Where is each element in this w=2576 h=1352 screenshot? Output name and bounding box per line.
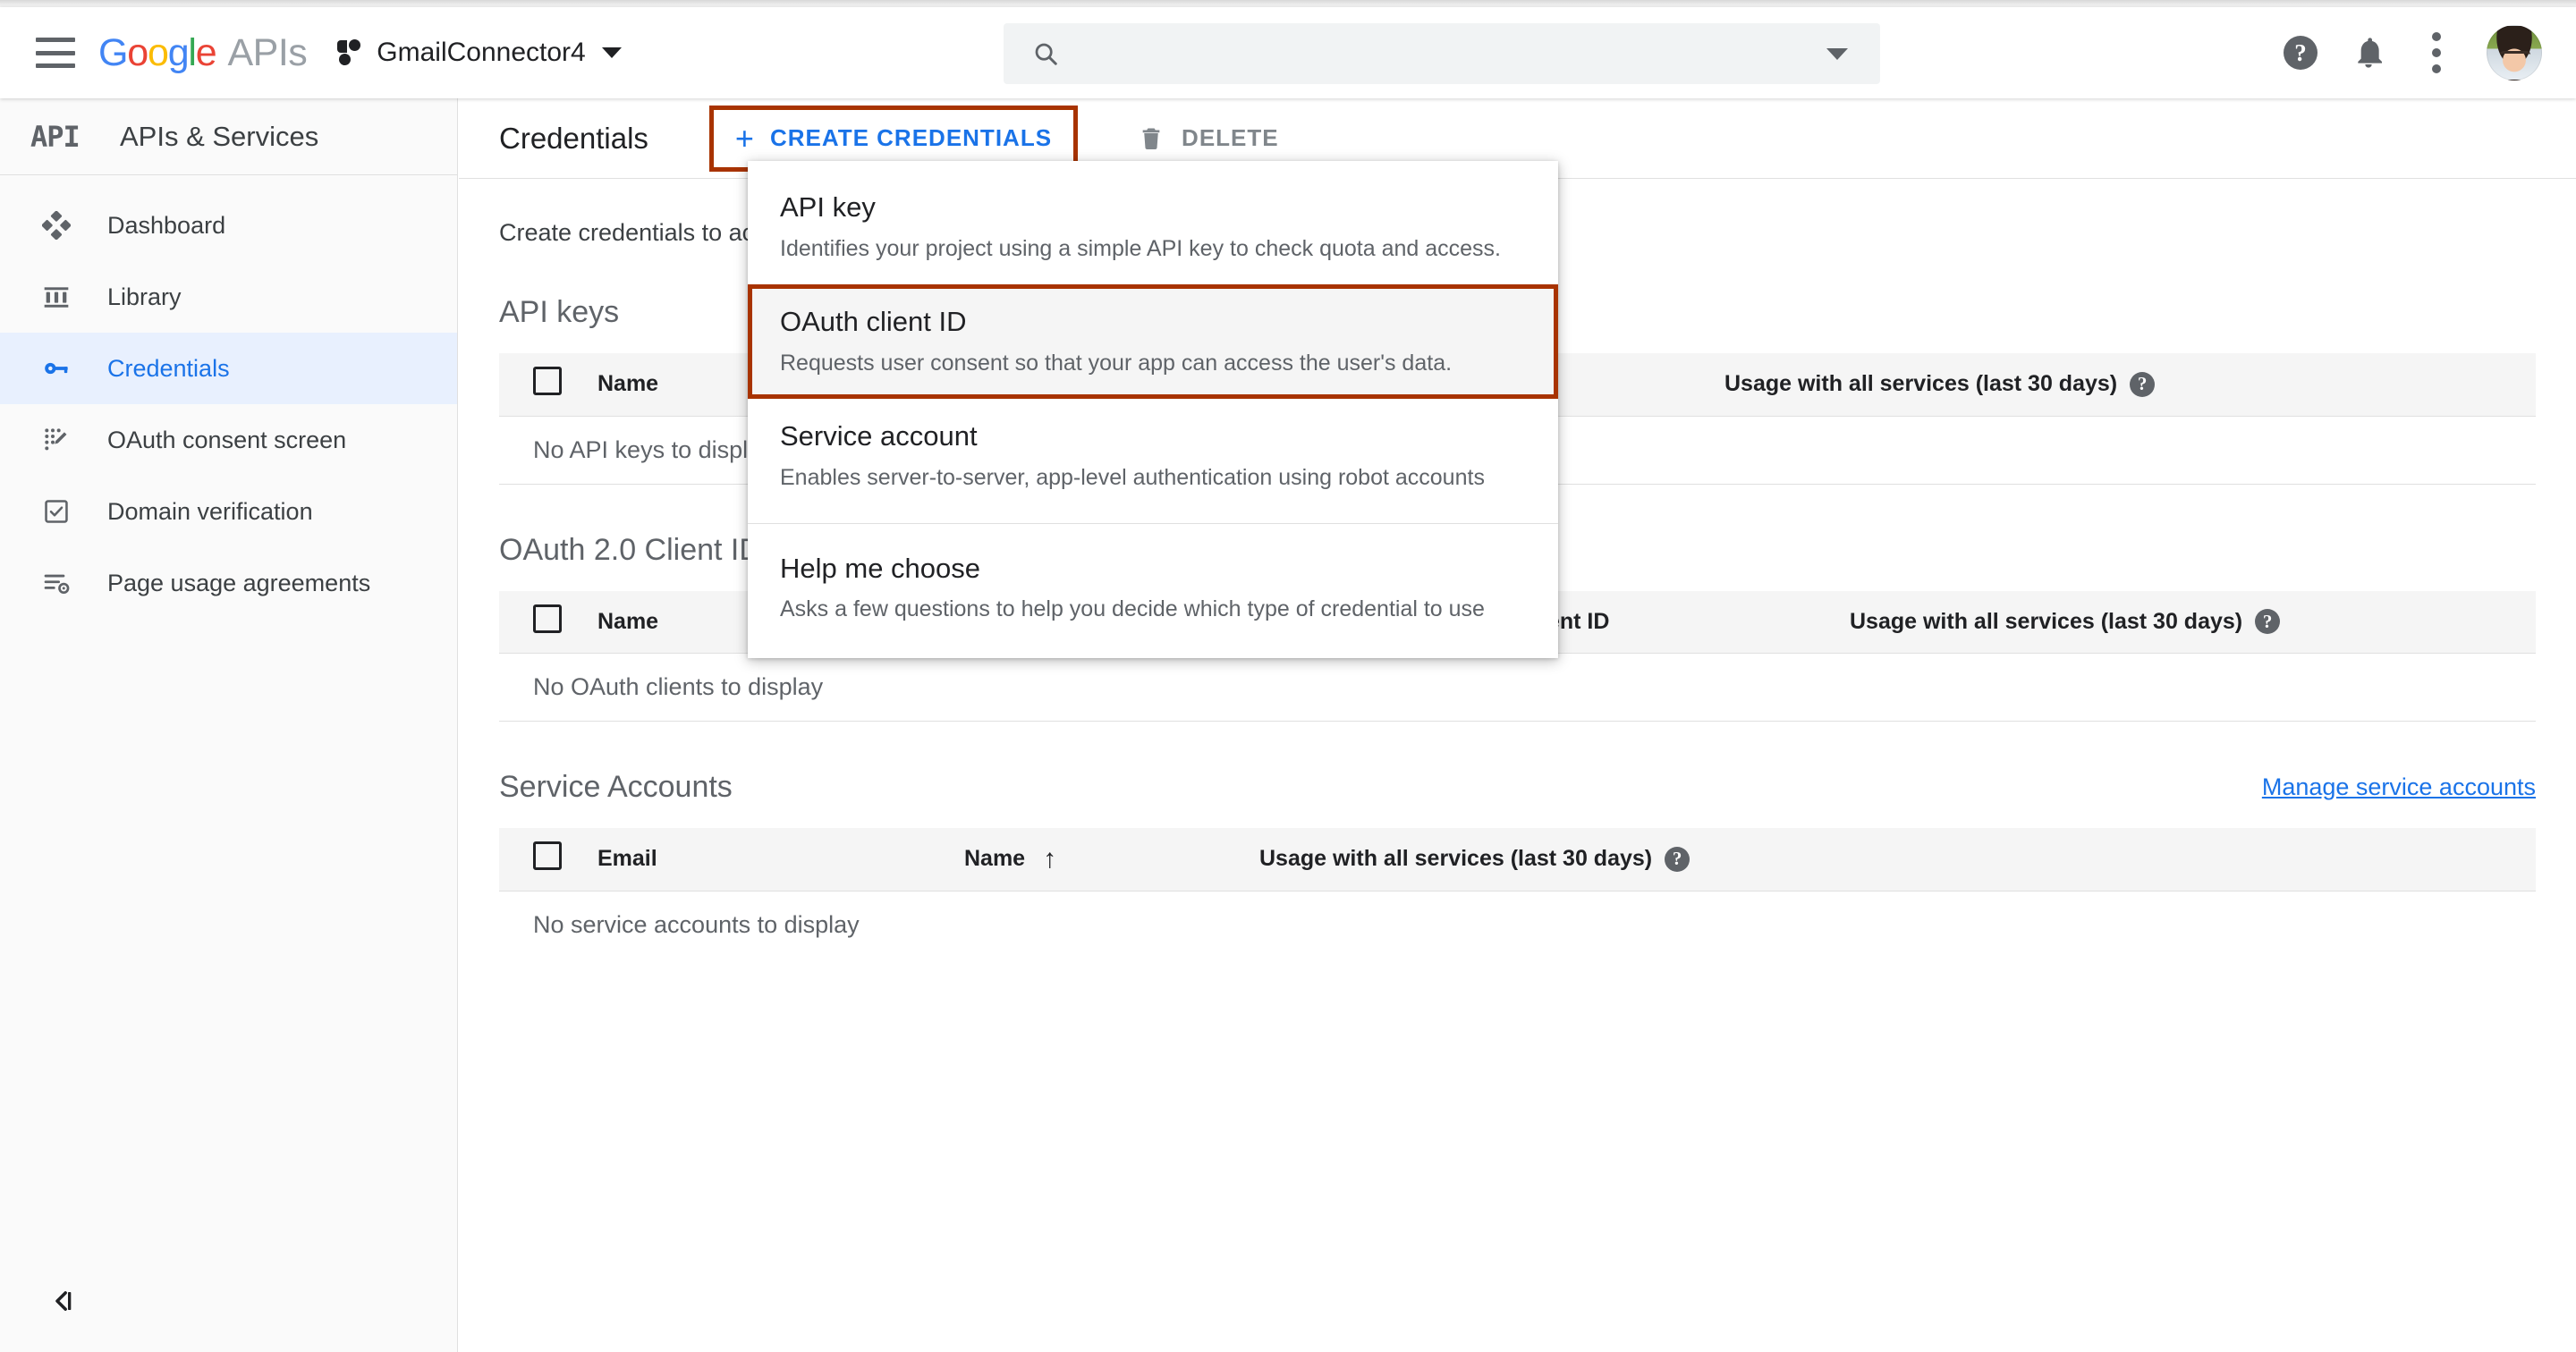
user-avatar[interactable]: [2487, 25, 2542, 80]
column-header-usage-label: Usage with all services (last 30 days): [1259, 846, 1653, 872]
sidebar-item-label: Dashboard: [107, 211, 226, 239]
search-icon: [1035, 43, 1057, 65]
sidebar-item-label: Credentials: [107, 354, 230, 382]
sidebar-header: API APIs & Services: [0, 98, 457, 175]
section-title: OAuth 2.0 Client IDs: [499, 532, 776, 567]
oauth-consent-icon: [41, 425, 72, 455]
empty-state-text: No service accounts to display: [533, 910, 860, 938]
table-header-row: Email Name ↑ Usage with all services (la…: [499, 828, 2536, 891]
sort-ascending-icon: ↑: [1043, 843, 1057, 874]
plus-icon: +: [734, 119, 754, 156]
dashboard-icon: [41, 210, 72, 241]
table-row: No OAuth clients to display: [499, 653, 2536, 722]
section-header-service-accounts: Service Accounts Manage service accounts: [499, 722, 2536, 828]
menu-item-title: Service account: [780, 420, 978, 452]
help-icon[interactable]: ?: [2130, 371, 2156, 397]
project-dots-icon: [337, 39, 364, 66]
search-dropdown-chevron-icon[interactable]: [1826, 47, 1848, 60]
google-logo: Google: [98, 30, 217, 74]
menu-item-title: OAuth client ID: [780, 306, 967, 338]
help-icon[interactable]: ?: [2267, 19, 2334, 87]
create-credentials-label: CREATE CREDENTIALS: [769, 124, 1053, 151]
key-icon: [41, 353, 72, 384]
delete-button[interactable]: DELETE: [1121, 109, 1295, 168]
manage-service-accounts-link[interactable]: Manage service accounts: [2262, 773, 2536, 801]
menu-item-description: Enables server-to-server, app-level auth…: [780, 465, 1485, 491]
project-name: GmailConnector4: [377, 38, 586, 67]
usage-agreements-icon: [41, 568, 72, 598]
sidebar-nav: Dashboard Library Credentials OAuth cons…: [0, 175, 457, 619]
window-chrome-strip: [0, 0, 2576, 7]
select-all-checkbox[interactable]: [533, 367, 562, 396]
menu-item-service-account[interactable]: Service account Enables server-to-server…: [748, 399, 1558, 513]
column-header-usage[interactable]: Usage with all services (last 30 days) ?: [1850, 590, 2536, 654]
delete-label: DELETE: [1182, 124, 1279, 151]
sidebar-item-label: Domain verification: [107, 497, 313, 525]
sidebar-item-label: Page usage agreements: [107, 569, 371, 596]
bell-icon[interactable]: [2334, 19, 2402, 87]
trash-icon: [1142, 128, 1160, 149]
apis-wordmark: APIs: [227, 30, 308, 74]
sidebar-title: APIs & Services: [120, 120, 319, 152]
menu-item-oauth-client-id[interactable]: OAuth client ID Requests user consent so…: [748, 284, 1558, 400]
create-credentials-dropdown-menu: API key Identifies your project using a …: [748, 161, 1558, 658]
hamburger-menu-icon[interactable]: [36, 38, 75, 68]
search-bar[interactable]: [1004, 23, 1880, 84]
column-header-usage-label: Usage with all services (last 30 days): [1724, 371, 2118, 397]
help-icon[interactable]: ?: [2255, 609, 2281, 635]
sidebar-item-dashboard[interactable]: Dashboard: [0, 190, 457, 261]
api-brand-mark: API: [30, 119, 80, 154]
menu-item-title: API key: [780, 191, 876, 223]
checkbox-verified-icon: [41, 496, 72, 527]
column-header-name-label: Name: [964, 846, 1026, 872]
sidebar-item-domain-verification[interactable]: Domain verification: [0, 476, 457, 547]
table-row: No service accounts to display: [499, 891, 2536, 959]
header-actions: ?: [2267, 7, 2542, 98]
menu-item-description: Identifies your project using a simple A…: [780, 235, 1501, 261]
sidebar-item-credentials[interactable]: Credentials: [0, 333, 457, 404]
sidebar-item-label: Library: [107, 283, 182, 310]
section-title: API keys: [499, 295, 620, 329]
help-icon[interactable]: ?: [1665, 846, 1690, 872]
column-header-usage[interactable]: Usage with all services (last 30 days) ?: [1259, 828, 2536, 891]
select-all-checkbox[interactable]: [533, 604, 562, 633]
select-all-header: [499, 828, 597, 891]
empty-state-text: No OAuth clients to display: [499, 653, 2536, 722]
select-all-header: [499, 353, 597, 417]
kebab-more-icon[interactable]: [2402, 19, 2470, 87]
menu-item-api-key[interactable]: API key Identifies your project using a …: [748, 170, 1558, 284]
column-header-usage-label: Usage with all services (last 30 days): [1850, 608, 2243, 634]
sidebar-item-oauth-consent-screen[interactable]: OAuth consent screen: [0, 404, 457, 476]
app-header: Google APIs GmailConnector4 ?: [0, 7, 2576, 98]
collapse-panel-icon[interactable]: [38, 1277, 86, 1325]
chevron-down-icon: [601, 47, 622, 58]
column-header-email[interactable]: Email: [597, 828, 964, 891]
select-all-header: [499, 590, 597, 654]
search-input[interactable]: [1082, 39, 1826, 68]
sidebar-item-page-usage-agreements[interactable]: Page usage agreements: [0, 547, 457, 619]
menu-item-description: Asks a few questions to help you decide …: [780, 596, 1485, 622]
menu-item-help-me-choose[interactable]: Help me choose Asks a few questions to h…: [748, 524, 1558, 646]
column-header-client-id[interactable]: Client ID: [1519, 590, 1850, 654]
page-title: Credentials: [499, 121, 648, 155]
service-accounts-table: Email Name ↑ Usage with all services (la…: [499, 828, 2536, 959]
sidebar-item-library[interactable]: Library: [0, 261, 457, 333]
library-icon: [41, 282, 72, 312]
sidebar: API APIs & Services Dashboard Library Cr…: [0, 98, 458, 1352]
menu-item-title: Help me choose: [780, 552, 981, 584]
project-selector[interactable]: GmailConnector4: [337, 38, 622, 68]
menu-item-description: Requests user consent so that your app c…: [780, 350, 1453, 376]
column-header-name[interactable]: Name ↑: [964, 828, 1259, 891]
column-header-usage[interactable]: Usage with all services (last 30 days) ?: [1724, 353, 2536, 417]
sidebar-item-label: OAuth consent screen: [107, 426, 347, 453]
select-all-checkbox[interactable]: [533, 841, 562, 871]
section-title: Service Accounts: [499, 770, 733, 804]
